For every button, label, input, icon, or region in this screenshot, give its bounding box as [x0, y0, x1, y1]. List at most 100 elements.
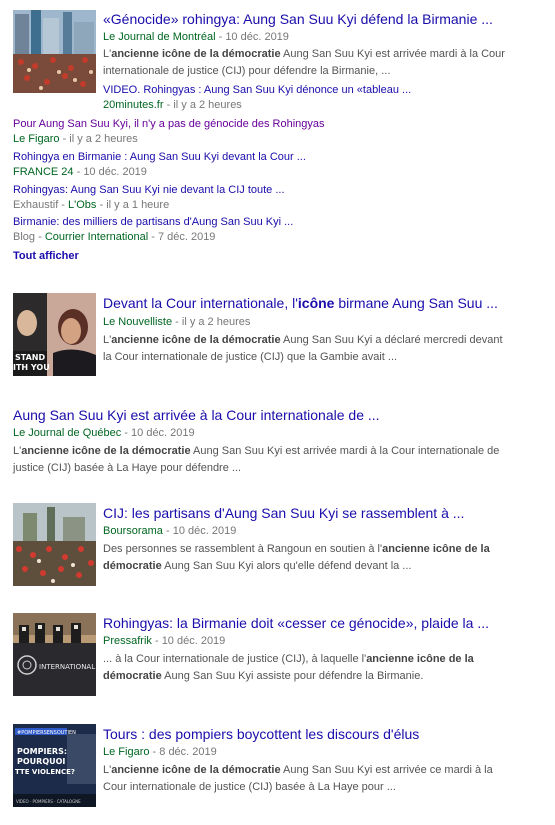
result-2-source-line: Le Journal de Québec - 10 déc. 2019	[13, 427, 195, 439]
time-separator: -	[148, 231, 158, 243]
result-2-snippet-line2: justice (CIJ) basée à La Haye pour défen…	[13, 462, 242, 474]
cluster-sub-source-line-3: Exhaustif - L'Obs - il y a 1 heure	[13, 199, 169, 211]
result-5-snippet-line2: Cour internationale de justice (CIJ) bas…	[103, 781, 396, 793]
news-thumbnail-crowd-city[interactable]	[13, 10, 96, 93]
news-source[interactable]: FRANCE 24	[13, 166, 74, 178]
snippet-text: Des personnes se rassemblent à Rangoun e…	[103, 543, 383, 555]
cluster-video-title[interactable]: VIDEO. Rohingyas : Aung San Suu Kyi déno…	[103, 84, 411, 96]
time-separator: -	[121, 427, 132, 439]
title-highlight: icône	[297, 295, 335, 311]
cluster-sub-source-line-1: Le Figaro - il y a 2 heures	[13, 133, 138, 145]
time-separator: -	[151, 635, 162, 647]
snippet-highlight: démocratie	[103, 560, 162, 572]
snippet-text: Aung San Suu Kyi assiste pour défendre l…	[161, 670, 424, 682]
cluster-main-snippet-line1: L'ancienne icône de la démocratie Aung S…	[103, 46, 505, 63]
thumb-caption: POMPIERS:	[17, 747, 67, 756]
news-thumbnail-portrait[interactable]: STAND ITH YOU	[13, 293, 96, 376]
article-type-label: Exhaustif	[13, 199, 59, 211]
snippet-text: Aung San Suu Kyi est arrivée mardi à la …	[280, 48, 505, 60]
snippet-text: Aung San Suu Kyi alors qu'elle défend de…	[161, 560, 412, 572]
article-type-label: Blog	[13, 231, 36, 243]
result-2-snippet-line1: L'ancienne icône de la démocratie Aung S…	[13, 443, 499, 460]
news-source[interactable]: Boursorama	[103, 525, 163, 537]
result-4-snippet-line2: démocratie Aung San Suu Kyi assiste pour…	[103, 668, 423, 685]
news-time: 10 déc. 2019	[131, 427, 195, 439]
time-separator: -	[96, 199, 107, 211]
cluster-sub-title-1[interactable]: Pour Aung San Suu Kyi, il n'y a pas de g…	[13, 118, 325, 130]
time-separator: -	[35, 231, 45, 243]
time-separator: -	[73, 166, 84, 178]
snippet-highlight: ancienne icône de la	[366, 653, 474, 665]
snippet-text: Aung San Suu Kyi a déclaré mercredi deva…	[280, 334, 503, 346]
result-5-title[interactable]: Tours : des pompiers boycottent les disc…	[103, 726, 419, 743]
result-1-title[interactable]: Devant la Cour internationale, l'icône b…	[103, 295, 498, 312]
result-5-source-line: Le Figaro - 8 déc. 2019	[103, 746, 217, 758]
news-source[interactable]: Le Journal de Québec	[13, 427, 121, 439]
news-time: 10 déc. 2019	[172, 525, 237, 537]
result-4-source-line: Pressafrik - 10 déc. 2019	[103, 635, 225, 647]
snippet-text: Aung San Suu Kyi est arrivée ce mardi à …	[280, 764, 493, 776]
snippet-highlight: ancienne icône de la démocratie	[111, 48, 281, 60]
result-1-snippet-line2: la Cour internationale de justice (CIJ) …	[103, 351, 398, 363]
news-time: il y a 1 heure	[106, 199, 170, 211]
time-separator: -	[59, 133, 70, 145]
time-separator: -	[172, 316, 182, 328]
thumb-caption: TTE VIOLENCE?	[15, 768, 75, 776]
thumb-caption: POURQUOI	[17, 757, 65, 766]
snippet-highlight: démocratie	[103, 670, 162, 682]
result-4-title[interactable]: Rohingyas: la Birmanie doit «cesser ce g…	[103, 615, 489, 632]
news-time: il y a 2 heures	[181, 316, 251, 328]
snippet-text: L'	[103, 334, 112, 346]
title-text: Devant la Cour internationale, l'	[103, 295, 298, 311]
news-time: 10 déc. 2019	[225, 31, 289, 43]
thumb-caption: VIDEO · POMPIERS · CATALOGNE	[16, 799, 81, 804]
news-thumbnail-court[interactable]: INTERNATIONAL	[13, 613, 96, 696]
snippet-text: ... à la Cour internationale de justice …	[103, 653, 367, 665]
news-time: 10 déc. 2019	[161, 635, 226, 647]
news-source[interactable]: 20minutes.fr	[103, 99, 164, 111]
snippet-highlight: ancienne icône de la	[382, 543, 490, 555]
cluster-main-snippet-line2: internationale de justice (CIJ) pour déf…	[103, 65, 391, 77]
thumb-caption: ITH YOU	[13, 363, 50, 372]
result-4-snippet-line1: ... à la Cour internationale de justice …	[103, 651, 474, 668]
cluster-video-source-line: 20minutes.fr - il y a 2 heures	[103, 99, 242, 111]
cluster-main-title[interactable]: «Génocide» rohingya: Aung San Suu Kyi dé…	[103, 11, 543, 28]
cluster-sub-title-2[interactable]: Rohingya en Birmanie : Aung San Suu Kyi …	[13, 151, 306, 163]
news-time: il y a 2 heures	[69, 133, 138, 145]
news-thumbnail-firefighters[interactable]: #POMPIERSENSOUTIEN POMPIERS: POURQUOI TT…	[13, 724, 96, 807]
cluster-main-source-line: Le Journal de Montréal - 10 déc. 2019	[103, 31, 289, 43]
news-time: 8 déc. 2019	[159, 746, 217, 758]
news-source[interactable]: Le Figaro	[13, 133, 59, 145]
thumb-caption: INTERNATIONAL	[39, 663, 95, 671]
time-separator: -	[162, 525, 173, 537]
result-3-snippet-line1: Des personnes se rassemblent à Rangoun e…	[103, 541, 490, 558]
news-source[interactable]: Courrier International	[45, 231, 148, 243]
result-3-title[interactable]: CIJ: les partisans d'Aung San Suu Kyi se…	[103, 505, 464, 522]
snippet-highlight: ancienne icône de la démocratie	[21, 445, 191, 457]
cluster-sub-source-line-4: Blog - Courrier International - 7 déc. 2…	[13, 231, 215, 243]
result-1-snippet-line1: L'ancienne icône de la démocratie Aung S…	[103, 332, 503, 349]
result-2-title[interactable]: Aung San Suu Kyi est arrivée à la Cour i…	[13, 407, 380, 424]
news-thumbnail-rally[interactable]	[13, 503, 96, 586]
result-3-snippet-line2: démocratie Aung San Suu Kyi alors qu'ell…	[103, 558, 411, 575]
news-source[interactable]: Le Nouvelliste	[103, 316, 172, 328]
snippet-text: L'	[13, 445, 22, 457]
time-separator: -	[149, 746, 160, 758]
news-source[interactable]: L'Obs	[68, 199, 96, 211]
news-source[interactable]: Le Journal de Montréal	[103, 31, 216, 43]
news-source[interactable]: Le Figaro	[103, 746, 149, 758]
news-time: il y a 2 heures	[173, 99, 242, 111]
thumb-caption: STAND	[15, 353, 45, 362]
cluster-sub-source-line-2: FRANCE 24 - 10 déc. 2019	[13, 166, 147, 178]
cluster-sub-title-3[interactable]: Rohingyas: Aung San Suu Kyi nie devant l…	[13, 184, 285, 196]
news-time: 10 déc. 2019	[83, 166, 147, 178]
snippet-text: L'	[103, 764, 112, 776]
snippet-highlight: ancienne icône de la démocratie	[111, 334, 281, 346]
snippet-text: Aung San Suu Kyi est arrivée mardi à la …	[190, 445, 500, 457]
result-3-source-line: Boursorama - 10 déc. 2019	[103, 525, 236, 537]
result-5-snippet-line1: L'ancienne icône de la démocratie Aung S…	[103, 762, 493, 779]
cluster-sub-title-4[interactable]: Birmanie: des milliers de partisans d'Au…	[13, 216, 293, 228]
news-time: 7 déc. 2019	[157, 231, 216, 243]
news-source[interactable]: Pressafrik	[103, 635, 152, 647]
show-all-link[interactable]: Tout afficher	[13, 250, 79, 262]
